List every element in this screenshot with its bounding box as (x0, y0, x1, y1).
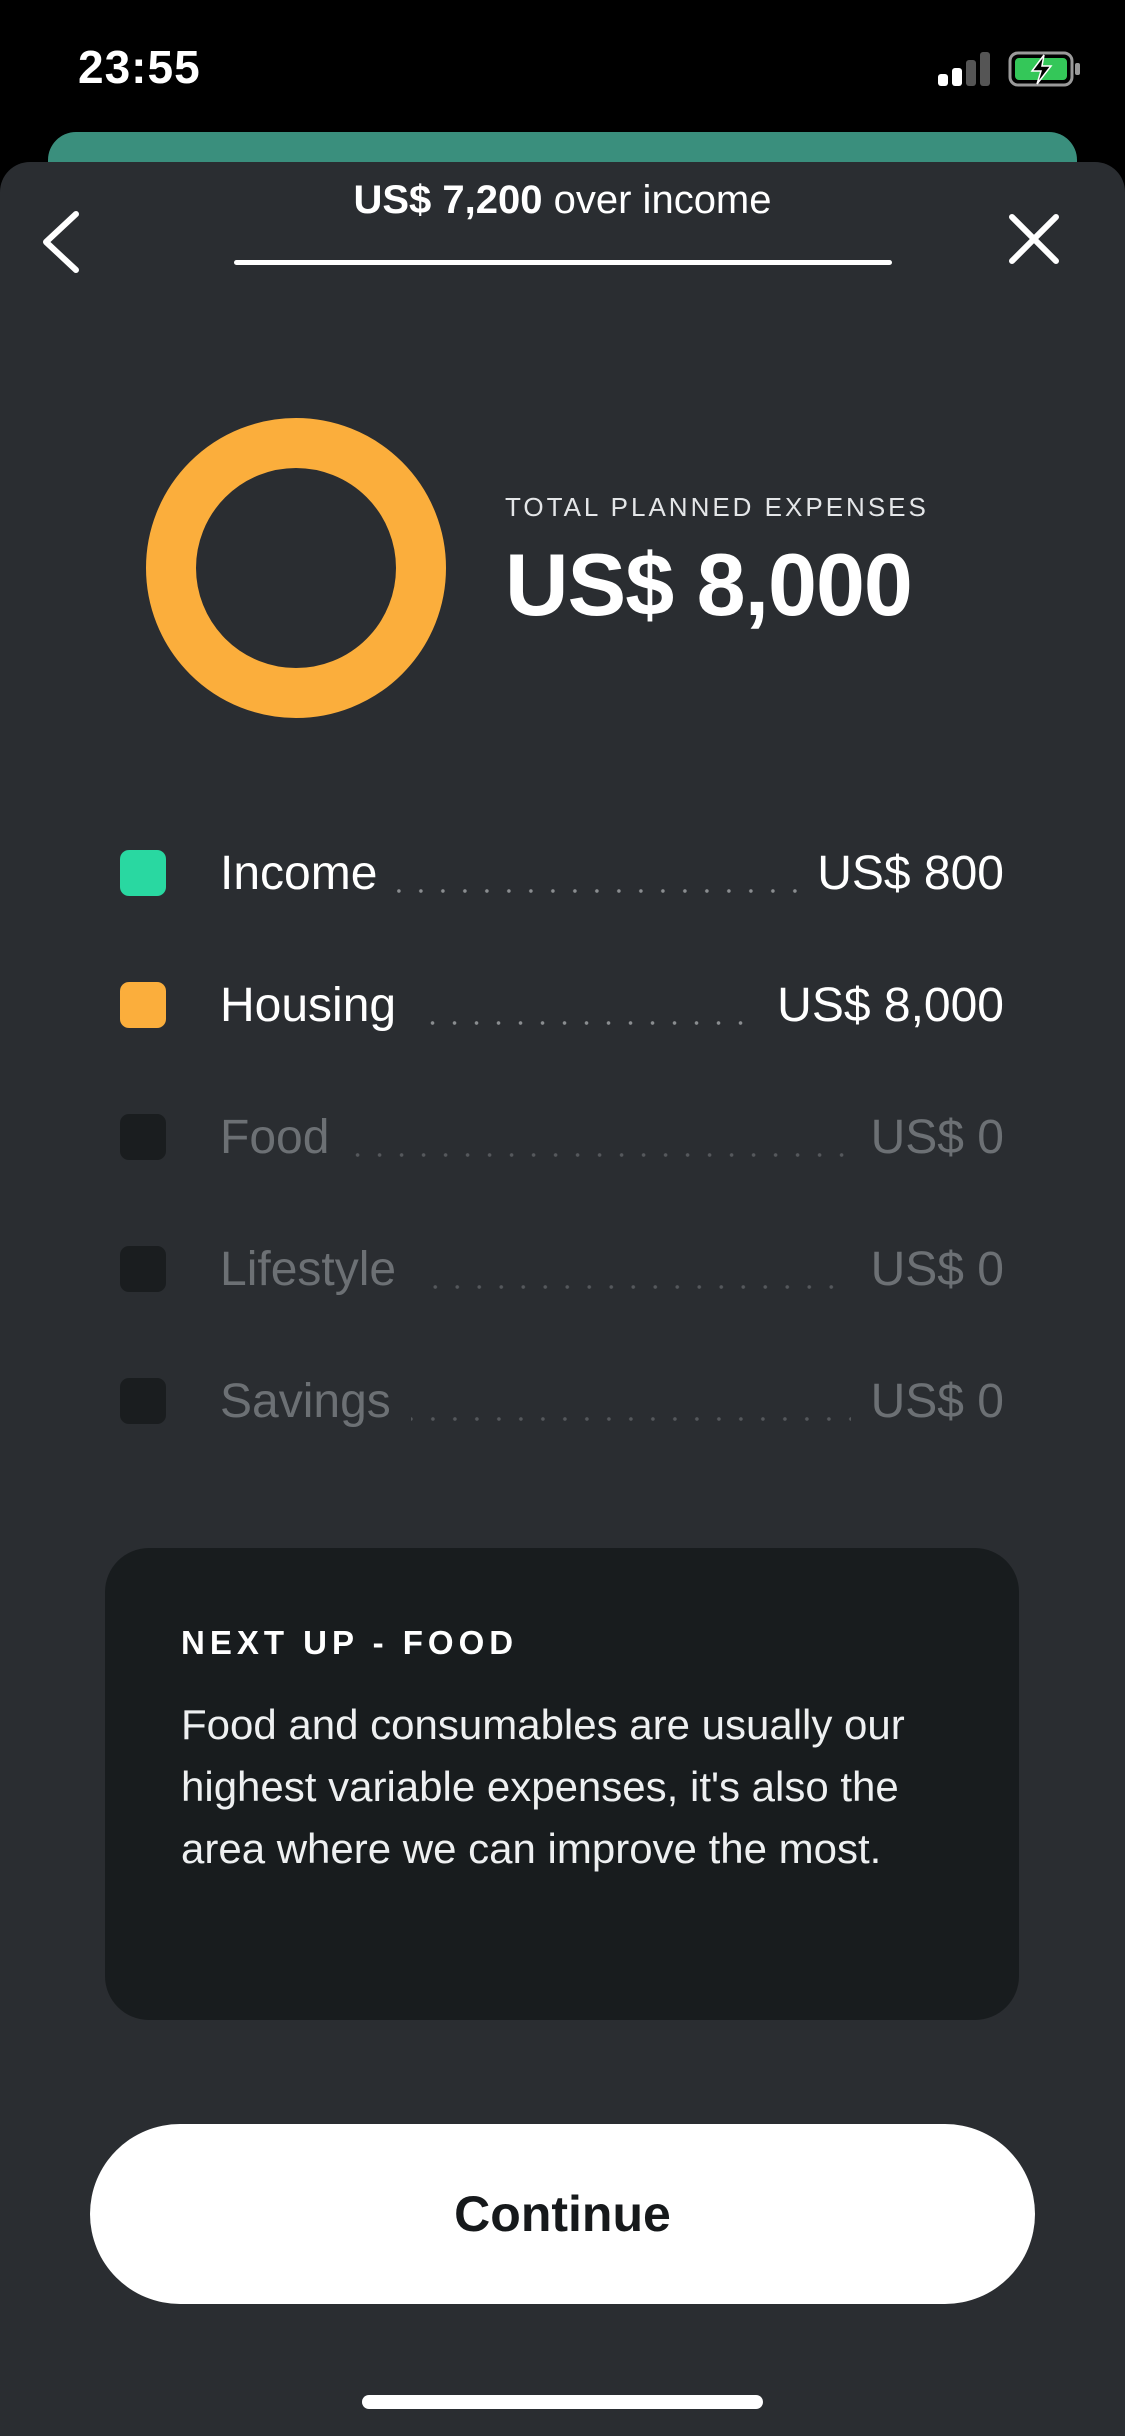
legend-swatch-lifestyle (120, 1246, 166, 1292)
total-planned-label: TOTAL PLANNED EXPENSES (505, 492, 929, 522)
over-income-text: over income (542, 178, 772, 222)
status-bar: 23:55 (0, 0, 1125, 135)
legend-swatch-food (120, 1114, 166, 1160)
legend-swatch-income (120, 850, 166, 896)
status-time: 23:55 (78, 41, 201, 93)
legend-leader-dots (416, 1020, 758, 1026)
budget-sheet: US$ 7,200 over income TOTAL PLANNED EXPE… (0, 162, 1125, 2436)
legend-item-housing: Housing US$ 8,000 (120, 975, 1004, 1035)
next-up-card: NEXT UP - FOOD Food and consumables are … (105, 1548, 1019, 2020)
legend-label-food: Food (220, 1110, 330, 1164)
legend-leader-dots (410, 1416, 851, 1422)
legend-value-housing: US$ 8,000 (777, 978, 1004, 1032)
continue-button[interactable]: Continue (90, 2124, 1035, 2304)
home-indicator (362, 2395, 763, 2409)
donut-ring-housing (146, 418, 446, 718)
expenses-donut (146, 418, 446, 718)
battery-charging-icon (1008, 50, 1082, 88)
legend-label-savings: Savings (220, 1374, 391, 1428)
over-income-title: US$ 7,200 over income (0, 178, 1125, 223)
legend-value-food: US$ 0 (870, 1110, 1004, 1164)
close-icon (1009, 214, 1059, 264)
legend-leader-dots (397, 888, 798, 894)
legend-leader-dots (349, 1152, 851, 1158)
legend-value-income: US$ 800 (817, 846, 1004, 900)
legend-item-lifestyle: Lifestyle US$ 0 (120, 1239, 1004, 1299)
next-up-title: NEXT UP - FOOD (181, 1624, 519, 1661)
legend-value-lifestyle: US$ 0 (870, 1242, 1004, 1296)
legend-item-food: Food US$ 0 (120, 1107, 1004, 1167)
legend-item-income: Income US$ 800 (120, 843, 1004, 903)
cellular-signal-icon (938, 52, 992, 86)
legend-label-lifestyle: Lifestyle (220, 1242, 397, 1296)
legend-swatch-savings (120, 1378, 166, 1424)
over-income-amount: US$ 7,200 (353, 178, 543, 222)
legend-value-savings: US$ 0 (870, 1374, 1004, 1428)
legend-label-housing: Housing (220, 978, 397, 1032)
legend-item-savings: Savings US$ 0 (120, 1371, 1004, 1431)
legend-leader-dots (416, 1284, 851, 1290)
legend-label-income: Income (220, 846, 378, 900)
header-underline (234, 260, 892, 265)
next-up-description: Food and consumables are usually our hig… (181, 1701, 905, 1872)
total-planned-value: US$ 8,000 (505, 535, 913, 634)
close-button[interactable] (1002, 207, 1066, 271)
legend-swatch-housing (120, 982, 166, 1028)
